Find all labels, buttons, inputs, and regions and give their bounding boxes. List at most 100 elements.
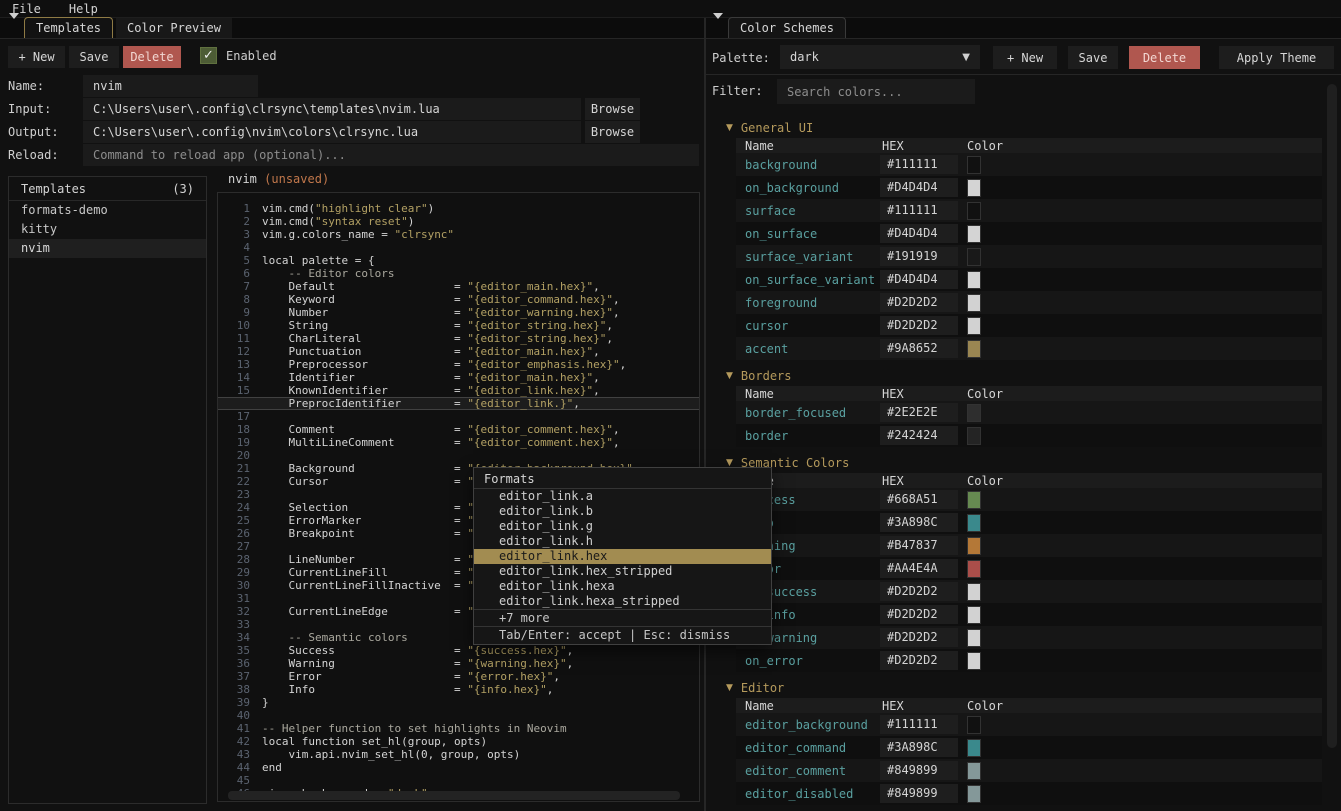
color-swatch[interactable] bbox=[967, 179, 981, 197]
color-swatch[interactable] bbox=[967, 317, 981, 335]
color-hex-input[interactable]: #D4D4D4 bbox=[880, 270, 958, 289]
color-hex-input[interactable]: #849899 bbox=[880, 784, 958, 803]
color-hex-input[interactable]: #242424 bbox=[880, 426, 958, 445]
color-hex-input[interactable]: #849899 bbox=[880, 761, 958, 780]
code-text: PreprocIdentifier = "{editor_link.}", bbox=[262, 397, 580, 410]
section-header[interactable]: ▼General UI bbox=[706, 112, 1322, 138]
separator bbox=[706, 74, 1341, 75]
color-hex-input[interactable]: #D4D4D4 bbox=[880, 178, 958, 197]
color-swatch[interactable] bbox=[967, 716, 981, 734]
tab-templates[interactable]: Templates bbox=[24, 17, 113, 38]
color-hex-input[interactable]: #D2D2D2 bbox=[880, 628, 958, 647]
palette-dropdown[interactable]: dark ▼ bbox=[780, 45, 980, 69]
line-number: 32 bbox=[218, 605, 262, 618]
color-swatch[interactable] bbox=[967, 404, 981, 422]
color-hex-input[interactable]: #9A8652 bbox=[880, 339, 958, 358]
popup-suggestion-item[interactable]: editor_link.a bbox=[474, 489, 771, 504]
color-swatch[interactable] bbox=[967, 248, 981, 266]
collapse-all-icon[interactable] bbox=[8, 19, 20, 33]
code-text: Identifier = "{editor_main.hex}", bbox=[262, 371, 600, 384]
palette-delete-button[interactable]: Delete bbox=[1129, 46, 1200, 69]
color-swatch[interactable] bbox=[967, 785, 981, 803]
palette-save-button[interactable]: Save bbox=[1068, 46, 1118, 69]
color-hex-input[interactable]: #D2D2D2 bbox=[880, 605, 958, 624]
color-hex-input[interactable]: #D2D2D2 bbox=[880, 651, 958, 670]
popup-suggestion-item[interactable]: editor_link.h bbox=[474, 534, 771, 549]
color-hex-input[interactable]: #2E2E2E bbox=[880, 403, 958, 422]
color-swatch[interactable] bbox=[967, 491, 981, 509]
color-swatch[interactable] bbox=[967, 514, 981, 532]
popup-suggestion-item[interactable]: editor_link.hex bbox=[474, 549, 771, 564]
tab-color-schemes[interactable]: Color Schemes bbox=[728, 17, 846, 38]
color-hex-input[interactable]: #AA4E4A bbox=[880, 559, 958, 578]
section-header[interactable]: ▼Editor bbox=[706, 672, 1322, 698]
code-line: 41-- Helper function to set highlights i… bbox=[218, 722, 699, 735]
template-list-item[interactable]: kitty bbox=[9, 220, 206, 239]
template-delete-button[interactable]: Delete bbox=[123, 46, 181, 68]
color-swatch[interactable] bbox=[967, 606, 981, 624]
palette-new-button[interactable]: + New bbox=[993, 46, 1057, 69]
column-header-name: Name bbox=[736, 139, 880, 153]
name-input[interactable] bbox=[83, 75, 258, 97]
code-text: Keyword = "{editor_command.hex}", bbox=[262, 293, 620, 306]
color-swatch[interactable] bbox=[967, 560, 981, 578]
color-swatch[interactable] bbox=[967, 225, 981, 243]
color-hex-input[interactable]: #191919 bbox=[880, 247, 958, 266]
popup-suggestion-item[interactable]: editor_link.hex_stripped bbox=[474, 564, 771, 579]
right-panel-scrollbar[interactable] bbox=[1327, 84, 1337, 748]
color-hex-input[interactable]: #3A898C bbox=[880, 513, 958, 532]
apply-theme-button[interactable]: Apply Theme bbox=[1219, 46, 1334, 69]
color-swatch[interactable] bbox=[967, 652, 981, 670]
enabled-checkbox[interactable]: ✓ bbox=[200, 47, 217, 64]
collapse-all-icon[interactable] bbox=[712, 19, 724, 33]
template-save-button[interactable]: Save bbox=[69, 46, 119, 68]
popup-more-item[interactable]: +7 more bbox=[474, 609, 771, 626]
color-hex-input[interactable]: #111111 bbox=[880, 201, 958, 220]
code-token: Comment = bbox=[262, 423, 467, 436]
reload-command-input[interactable] bbox=[83, 144, 699, 166]
template-new-button[interactable]: + New bbox=[8, 46, 65, 68]
color-hex-input[interactable]: #3A898C bbox=[880, 738, 958, 757]
color-swatch[interactable] bbox=[967, 427, 981, 445]
color-swatch[interactable] bbox=[967, 156, 981, 174]
tab-color-preview[interactable]: Color Preview bbox=[116, 18, 232, 38]
input-path-input[interactable] bbox=[83, 98, 581, 120]
editor-horizontal-scrollbar[interactable] bbox=[228, 791, 680, 800]
section-header[interactable]: ▼Semantic Colors bbox=[706, 447, 1322, 473]
code-token: Error = bbox=[262, 670, 467, 683]
popup-suggestion-item[interactable]: editor_link.b bbox=[474, 504, 771, 519]
color-hex-input[interactable]: #B47837 bbox=[880, 536, 958, 555]
color-swatch[interactable] bbox=[967, 739, 981, 757]
popup-suggestion-item[interactable]: editor_link.hexa_stripped bbox=[474, 594, 771, 609]
color-swatch[interactable] bbox=[967, 271, 981, 289]
color-swatch[interactable] bbox=[967, 340, 981, 358]
popup-suggestion-item[interactable]: editor_link.g bbox=[474, 519, 771, 534]
color-hex-input[interactable]: #668A51 bbox=[880, 490, 958, 509]
input-browse-button[interactable]: Browse bbox=[585, 98, 640, 120]
color-hex-input[interactable]: #111111 bbox=[880, 715, 958, 734]
color-hex-input[interactable]: #111111 bbox=[880, 155, 958, 174]
color-hex-input[interactable]: #D2D2D2 bbox=[880, 582, 958, 601]
color-swatch[interactable] bbox=[967, 629, 981, 647]
color-hex-input[interactable]: #D4D4D4 bbox=[880, 224, 958, 243]
color-hex-input[interactable]: #D2D2D2 bbox=[880, 293, 958, 312]
color-swatch[interactable] bbox=[967, 537, 981, 555]
color-swatch[interactable] bbox=[967, 762, 981, 780]
popup-suggestion-item[interactable]: editor_link.hexa bbox=[474, 579, 771, 594]
color-hex-input[interactable]: #D2D2D2 bbox=[880, 316, 958, 335]
color-row: on_success#D2D2D2 bbox=[736, 580, 1322, 603]
column-header-hex: HEX bbox=[880, 474, 965, 488]
section-header[interactable]: ▼Borders bbox=[706, 360, 1322, 386]
color-swatch[interactable] bbox=[967, 294, 981, 312]
template-list-item[interactable]: formats-demo bbox=[9, 201, 206, 220]
output-browse-button[interactable]: Browse bbox=[585, 121, 640, 143]
code-token: Cursor = bbox=[262, 475, 467, 488]
color-swatch[interactable] bbox=[967, 583, 981, 601]
color-filter-input[interactable] bbox=[777, 79, 975, 104]
code-token: CurrentLineFillInactive = bbox=[262, 579, 467, 592]
color-swatch[interactable] bbox=[967, 202, 981, 220]
menu-help[interactable]: Help bbox=[69, 2, 98, 16]
code-token: Success = bbox=[262, 644, 467, 657]
template-list-item[interactable]: nvim bbox=[9, 239, 206, 258]
output-path-input[interactable] bbox=[83, 121, 581, 143]
